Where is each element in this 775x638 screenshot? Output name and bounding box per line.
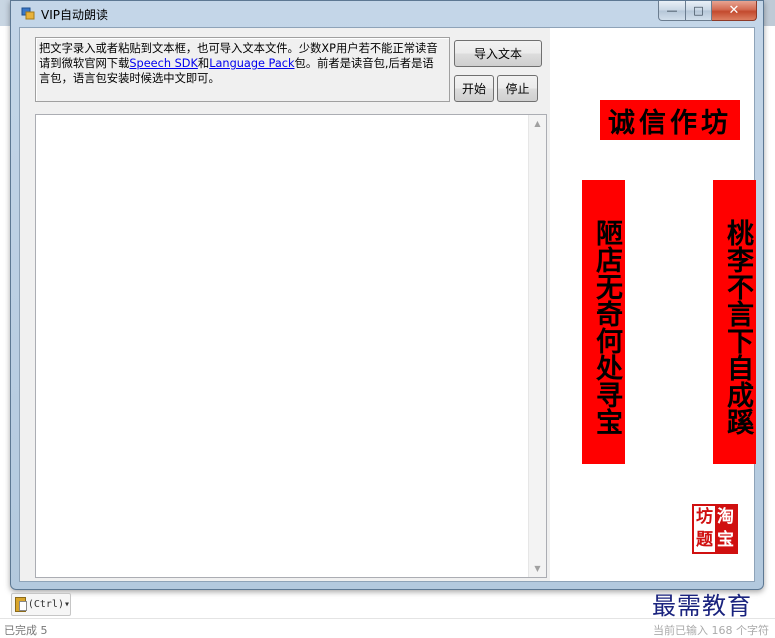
caption-buttons: — □ ✕: [658, 1, 757, 21]
scroll-up-arrow-icon[interactable]: ▲: [529, 115, 546, 132]
seal-char: 题: [696, 530, 713, 550]
horizontal-banner: 诚信作坊: [600, 100, 740, 140]
instructions-text: 把文字录入或者粘贴到文本框，也可导入文本文件。少数XP用户若不能正常读音请到微软…: [39, 41, 443, 86]
window-title: VIP自动朗读: [41, 8, 108, 22]
paste-options-button[interactable]: (Ctrl)▾: [11, 593, 71, 616]
status-right-text: 当前已输入 168 个字符: [653, 624, 769, 637]
decoration-panel: 诚信作坊 陋店无奇何处寻宝 桃李不言下自成蹊 坊 淘 题 宝: [550, 28, 756, 581]
couplet-right: 桃李不言下自成蹊: [713, 180, 756, 464]
start-button[interactable]: 开始: [454, 75, 494, 102]
instructions-conjunction: 和: [197, 57, 210, 70]
import-text-button[interactable]: 导入文本: [454, 40, 542, 67]
couplet-left: 陋店无奇何处寻宝: [582, 180, 625, 464]
watermark-text: 最需教育: [652, 592, 752, 620]
language-pack-link[interactable]: Language Pack: [209, 57, 294, 70]
status-divider: [0, 618, 775, 619]
maximize-button[interactable]: □: [686, 1, 712, 21]
stop-button[interactable]: 停止: [497, 75, 538, 102]
vertical-scrollbar[interactable]: ▲ ▼: [528, 115, 546, 577]
minimize-button[interactable]: —: [658, 1, 686, 21]
seal-char: 宝: [715, 529, 736, 552]
status-left-text: 已完成 5: [4, 624, 48, 637]
paste-options-label: (Ctrl)▾: [27, 599, 70, 610]
taobao-seal-logo: 坊 淘 题 宝: [692, 504, 738, 554]
title-bar[interactable]: VIP自动朗读 — □ ✕: [11, 1, 763, 27]
clipboard-icon: [15, 597, 27, 612]
instructions-panel: 把文字录入或者粘贴到文本框，也可导入文本文件。少数XP用户若不能正常读音请到微软…: [35, 37, 450, 102]
app-window: VIP自动朗读 — □ ✕ 把文字录入或者粘贴到文本框，也可导入文本文件。少数X…: [10, 0, 764, 590]
app-icon: [21, 7, 35, 20]
speech-sdk-link[interactable]: Speech SDK: [129, 57, 197, 70]
client-area: 把文字录入或者粘贴到文本框，也可导入文本文件。少数XP用户若不能正常读音请到微软…: [19, 27, 756, 582]
close-button[interactable]: ✕: [712, 1, 757, 21]
scroll-down-arrow-icon[interactable]: ▼: [529, 560, 546, 577]
text-input-area[interactable]: ▲ ▼: [35, 114, 547, 578]
seal-char: 淘: [715, 506, 736, 529]
seal-char: 坊: [696, 507, 713, 527]
